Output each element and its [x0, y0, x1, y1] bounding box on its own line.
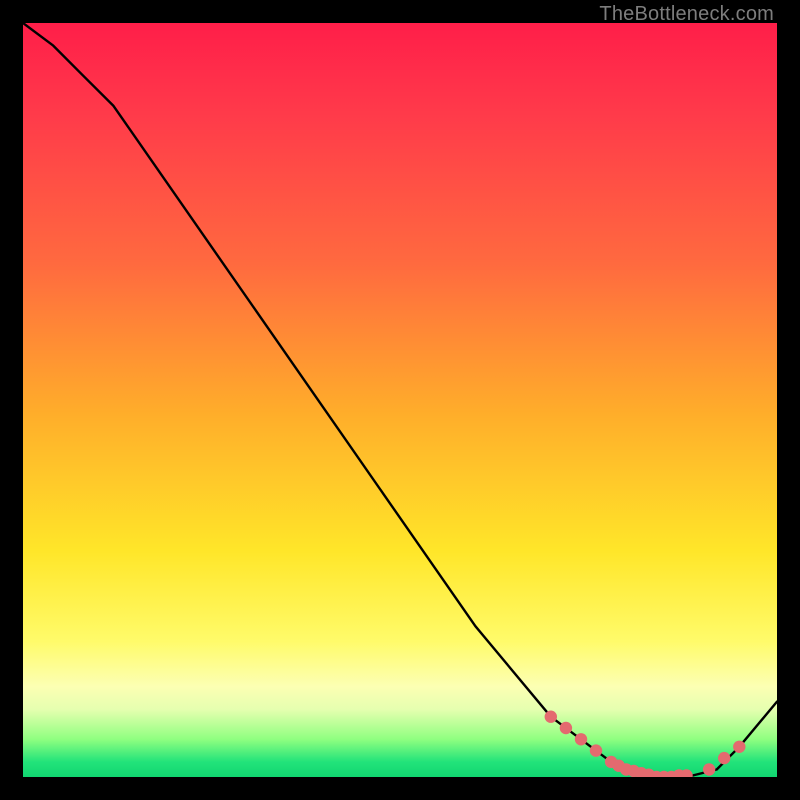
marker-dot — [545, 711, 557, 723]
marker-dot — [658, 771, 670, 777]
marker-dot — [643, 769, 655, 778]
marker-dot — [635, 767, 647, 777]
bottleneck-curve — [23, 23, 777, 777]
marker-dot — [605, 756, 617, 768]
marker-dot — [628, 765, 640, 777]
marker-dot — [703, 763, 715, 775]
marker-group — [545, 711, 746, 778]
marker-dot — [680, 769, 692, 777]
plot-area — [23, 23, 777, 777]
chart-frame: TheBottleneck.com — [0, 0, 800, 800]
curve-layer — [23, 23, 777, 777]
marker-dot — [590, 744, 602, 756]
marker-dot — [650, 771, 662, 777]
marker-dot — [733, 741, 745, 753]
marker-dot — [560, 722, 572, 734]
marker-dot — [718, 752, 730, 764]
marker-dot — [575, 733, 587, 745]
marker-dot — [665, 771, 677, 777]
marker-dot — [613, 760, 625, 772]
marker-dot — [673, 769, 685, 777]
watermark-text: TheBottleneck.com — [599, 3, 774, 26]
marker-dot — [620, 763, 632, 775]
